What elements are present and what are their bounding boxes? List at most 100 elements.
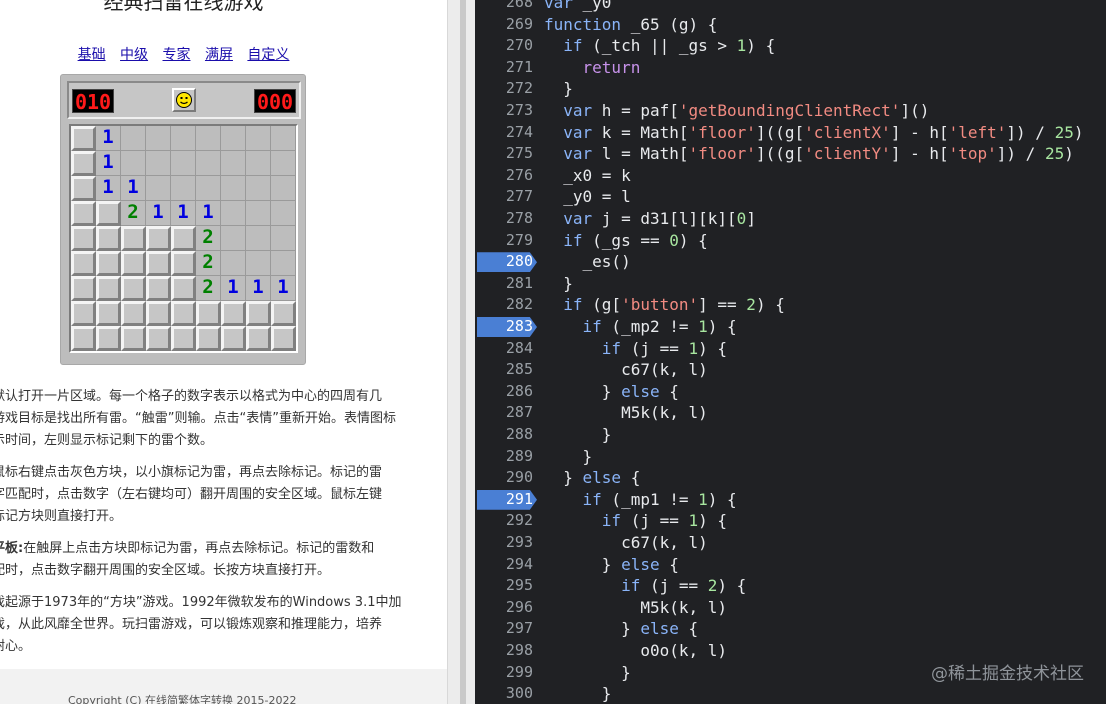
line-number[interactable]: 281 [475,273,533,295]
open-cell[interactable] [171,126,196,151]
open-cell[interactable] [146,126,171,151]
covered-cell[interactable] [271,301,296,326]
number-cell[interactable]: 2 [121,201,146,226]
covered-cell[interactable] [71,151,96,176]
line-number[interactable]: 269 [475,14,533,36]
line-number[interactable]: 276 [475,165,533,187]
line-number[interactable]: 273 [475,100,533,122]
pane-resize-handle[interactable] [460,0,466,704]
number-cell[interactable]: 1 [221,276,246,301]
open-cell[interactable] [196,176,221,201]
face-button[interactable] [172,88,196,112]
mode-link-basic[interactable]: 基础 [78,47,106,63]
line-number[interactable]: 286 [475,381,533,403]
covered-cell[interactable] [146,276,171,301]
open-cell[interactable] [246,151,271,176]
mode-link-custom[interactable]: 自定义 [247,47,289,63]
covered-cell[interactable] [96,251,121,276]
covered-cell[interactable] [71,226,96,251]
number-cell[interactable]: 2 [196,251,221,276]
line-number[interactable]: 268 [475,0,533,14]
covered-cell[interactable] [196,301,221,326]
open-cell[interactable] [246,226,271,251]
covered-cell[interactable] [121,326,146,351]
line-number[interactable]: 272 [475,78,533,100]
line-number[interactable]: 279 [475,230,533,252]
covered-cell[interactable] [196,326,221,351]
line-number[interactable]: 282 [475,294,533,316]
number-cell[interactable]: 1 [271,276,296,301]
open-cell[interactable] [221,226,246,251]
covered-cell[interactable] [96,301,121,326]
covered-cell[interactable] [71,126,96,151]
open-cell[interactable] [146,176,171,201]
line-number[interactable]: 294 [475,554,533,576]
line-number[interactable]: 284 [475,338,533,360]
line-number[interactable]: 291 [475,489,533,511]
mode-link-intermediate[interactable]: 中级 [120,47,148,63]
line-number[interactable]: 270 [475,35,533,57]
number-cell[interactable]: 1 [96,151,121,176]
covered-cell[interactable] [171,251,196,276]
line-number[interactable]: 288 [475,424,533,446]
covered-cell[interactable] [96,276,121,301]
line-number[interactable]: 299 [475,662,533,684]
open-cell[interactable] [246,251,271,276]
open-cell[interactable] [171,176,196,201]
open-cell[interactable] [221,201,246,226]
mode-link-expert[interactable]: 专家 [163,47,191,63]
line-number[interactable]: 296 [475,597,533,619]
covered-cell[interactable] [246,326,271,351]
number-cell[interactable]: 1 [96,176,121,201]
covered-cell[interactable] [121,251,146,276]
covered-cell[interactable] [96,326,121,351]
covered-cell[interactable] [71,201,96,226]
mode-link-fullscreen[interactable]: 满屏 [205,47,233,63]
covered-cell[interactable] [96,226,121,251]
open-cell[interactable] [246,201,271,226]
open-cell[interactable] [221,151,246,176]
open-cell[interactable] [221,126,246,151]
covered-cell[interactable] [221,301,246,326]
open-cell[interactable] [271,251,296,276]
covered-cell[interactable] [121,276,146,301]
covered-cell[interactable] [71,301,96,326]
open-cell[interactable] [246,176,271,201]
open-cell[interactable] [246,126,271,151]
open-cell[interactable] [271,126,296,151]
open-cell[interactable] [196,151,221,176]
covered-cell[interactable] [171,276,196,301]
open-cell[interactable] [146,151,171,176]
number-cell[interactable]: 1 [196,201,221,226]
number-cell[interactable]: 1 [146,201,171,226]
open-cell[interactable] [221,176,246,201]
number-cell[interactable]: 2 [196,276,221,301]
line-number[interactable]: 298 [475,640,533,662]
number-cell[interactable]: 1 [246,276,271,301]
open-cell[interactable] [271,151,296,176]
covered-cell[interactable] [121,301,146,326]
covered-cell[interactable] [71,276,96,301]
line-number[interactable]: 289 [475,446,533,468]
line-number[interactable]: 283 [475,316,533,338]
open-cell[interactable] [271,226,296,251]
open-cell[interactable] [121,126,146,151]
line-number[interactable]: 292 [475,510,533,532]
open-cell[interactable] [196,126,221,151]
open-cell[interactable] [171,151,196,176]
line-number[interactable]: 280 [475,251,533,273]
covered-cell[interactable] [171,301,196,326]
line-number[interactable]: 290 [475,467,533,489]
line-number[interactable]: 285 [475,359,533,381]
number-cell[interactable]: 1 [121,176,146,201]
covered-cell[interactable] [146,301,171,326]
open-cell[interactable] [271,201,296,226]
number-cell[interactable]: 2 [196,226,221,251]
covered-cell[interactable] [146,326,171,351]
line-number[interactable]: 287 [475,402,533,424]
open-cell[interactable] [221,251,246,276]
number-cell[interactable]: 1 [96,126,121,151]
line-number[interactable]: 295 [475,575,533,597]
line-number[interactable]: 271 [475,57,533,79]
covered-cell[interactable] [96,201,121,226]
